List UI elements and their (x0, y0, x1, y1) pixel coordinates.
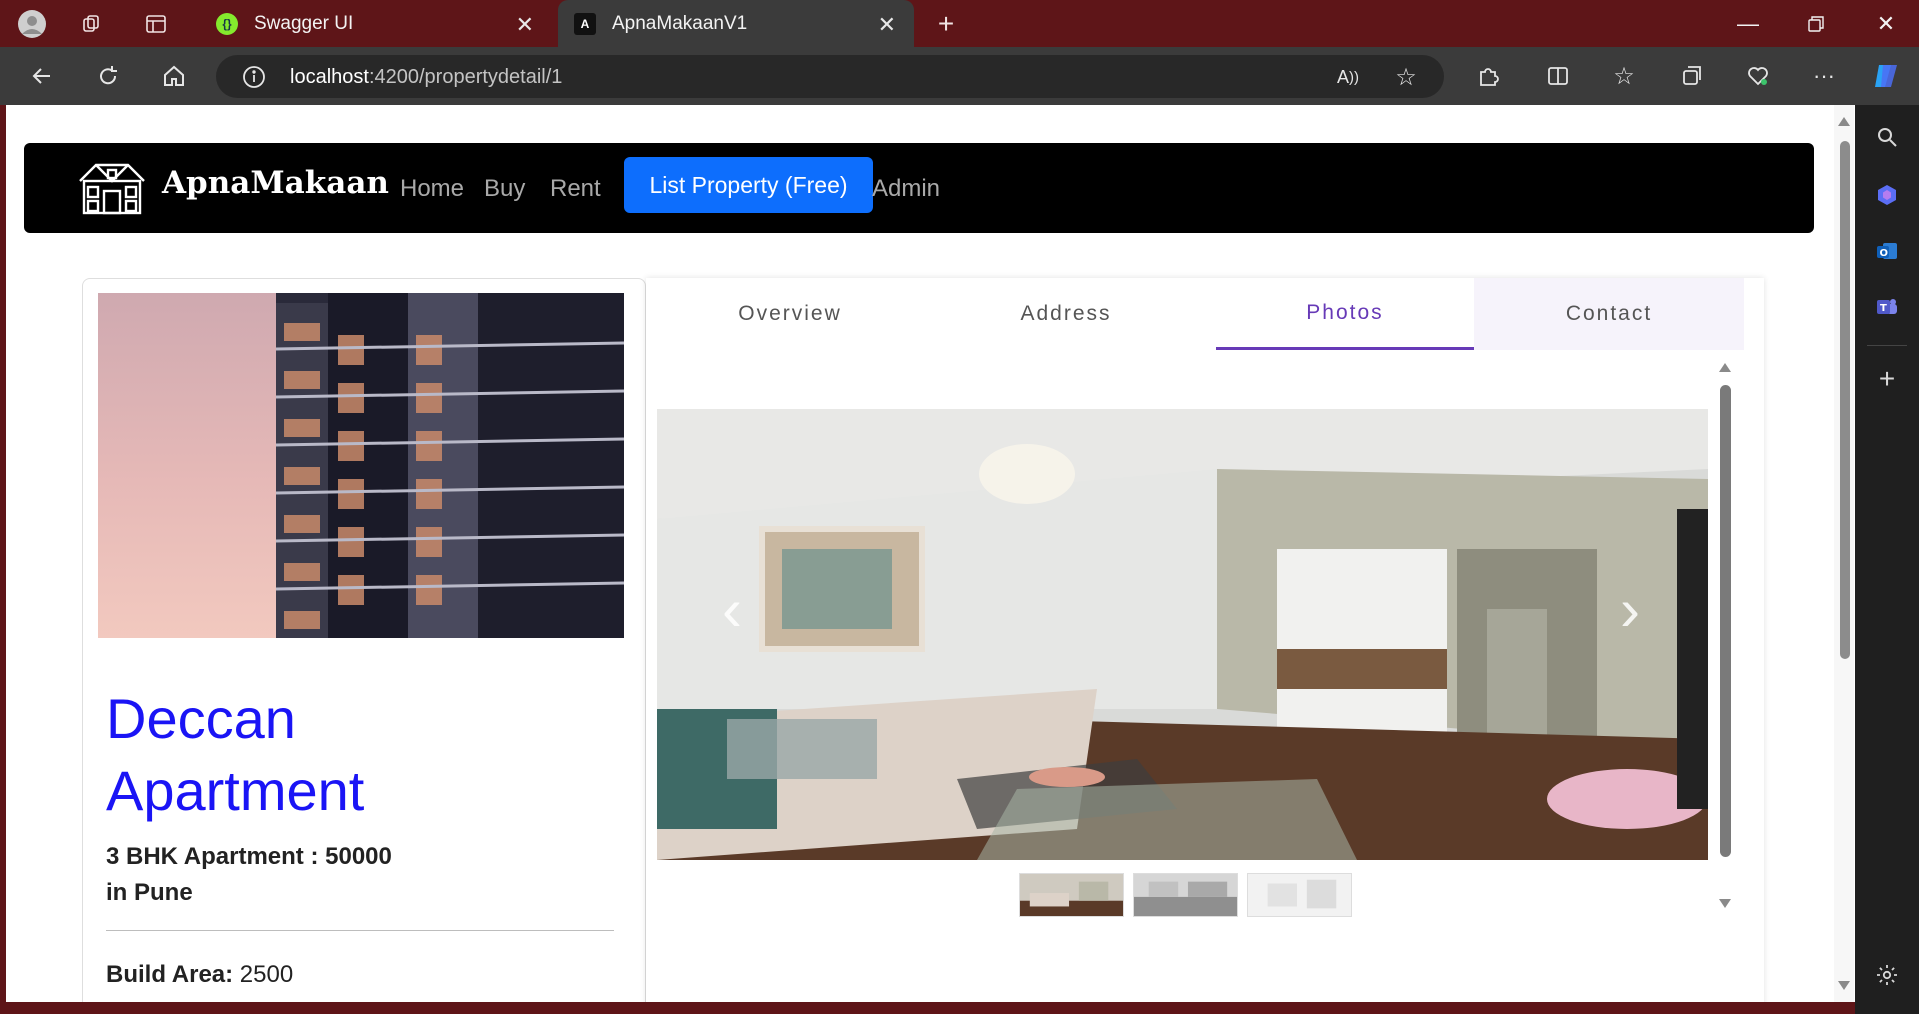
address-bar[interactable]: localhost:4200/propertydetail/1 A)) ☆ (216, 55, 1444, 98)
property-name: Deccan Apartment (106, 687, 365, 822)
tab-apnamakaan[interactable]: A ApnaMakaanV1 ✕ (558, 0, 914, 47)
url-path: :4200/propertydetail/1 (368, 66, 563, 88)
chevron-right-icon[interactable]: › (1620, 575, 1640, 644)
favorite-star-icon[interactable]: ☆ (1390, 61, 1422, 93)
favorites-icon[interactable]: ☆ (1608, 60, 1640, 92)
site-navbar: ApnaMakaan Home Buy Rent List Property (… (24, 143, 1814, 233)
copilot-icon[interactable] (1870, 60, 1902, 92)
build-area-label: Build Area: (106, 961, 234, 988)
minimize-icon[interactable]: — (1728, 8, 1768, 40)
close-tab-icon[interactable]: ✕ (878, 12, 896, 38)
teams-icon[interactable]: T (1871, 291, 1903, 323)
sidebar-settings-icon[interactable] (1871, 959, 1903, 991)
tab-actions-icon[interactable] (140, 8, 172, 40)
tab-title: ApnaMakaanV1 (612, 12, 748, 34)
nav-buy[interactable]: Buy (484, 175, 525, 203)
build-area: Build Area: 2500 (106, 961, 293, 989)
thumbnail-3[interactable] (1247, 873, 1352, 917)
build-area-value: 2500 (239, 961, 294, 988)
copilot-sidebar-icon[interactable] (1871, 179, 1903, 211)
workspaces-icon[interactable] (76, 8, 108, 40)
tab-photos[interactable]: Photos (1216, 278, 1474, 350)
house-logo-icon[interactable] (76, 157, 148, 215)
refresh-icon[interactable] (92, 60, 124, 92)
new-tab-icon[interactable]: + (930, 8, 962, 40)
search-icon[interactable] (1871, 121, 1903, 153)
add-sidebar-app-icon[interactable]: + (1871, 363, 1903, 395)
extensions-icon[interactable] (1472, 60, 1504, 92)
home-icon[interactable] (158, 60, 190, 92)
tab-address[interactable]: Address (928, 278, 1204, 350)
sidebar-divider (1867, 345, 1907, 346)
brand-name[interactable]: ApnaMakaan (162, 165, 389, 201)
svg-text:O: O (1880, 248, 1889, 259)
nav-rent[interactable]: Rent (550, 175, 601, 203)
tab-title: Swagger UI (254, 12, 354, 34)
edge-sidebar: O T + (1855, 105, 1919, 1014)
tab-overview[interactable]: Overview (652, 278, 928, 350)
nav-admin[interactable]: Admin (872, 175, 940, 203)
detail-tabs: Overview Address Photos Contact (652, 278, 1744, 350)
profile-avatar-icon[interactable] (16, 8, 48, 40)
inner-scroll-up-icon[interactable] (1719, 363, 1731, 372)
inner-scroll-down-icon[interactable] (1719, 899, 1731, 908)
page-scrollbar-thumb[interactable] (1840, 141, 1850, 659)
tab-swagger[interactable]: {} Swagger UI ✕ (200, 0, 552, 47)
page-scroll-down-icon[interactable] (1838, 981, 1850, 990)
nav-home[interactable]: Home (400, 175, 464, 203)
back-icon[interactable] (26, 60, 58, 92)
more-menu-icon[interactable]: ··· (1808, 60, 1840, 92)
outlook-icon[interactable]: O (1871, 235, 1903, 267)
card-divider (106, 930, 614, 931)
chevron-left-icon[interactable]: ‹ (722, 575, 742, 644)
site-info-icon[interactable] (238, 61, 270, 93)
split-screen-icon[interactable] (1542, 60, 1574, 92)
browser-essentials-icon[interactable] (1742, 60, 1774, 92)
svg-text:T: T (1880, 303, 1887, 314)
tab-contact[interactable]: Contact (1474, 278, 1744, 350)
property-type-line: 3 BHK Apartment : 50000 (106, 843, 392, 870)
property-image (98, 293, 624, 638)
thumbnail-1[interactable] (1019, 873, 1124, 917)
inner-scrollbar-thumb[interactable] (1720, 385, 1731, 857)
property-type: 3 BHK Apartment : 50000 in Pune (106, 839, 392, 911)
close-window-icon[interactable]: ✕ (1866, 8, 1906, 40)
browser-titlebar: {} Swagger UI ✕ A ApnaMakaanV1 ✕ + — ✕ (0, 0, 1919, 47)
carousel-photo (657, 409, 1708, 860)
url-host: localhost (290, 66, 369, 88)
read-aloud-icon[interactable]: A)) (1332, 61, 1364, 93)
collections-icon[interactable] (1676, 60, 1708, 92)
browser-toolbar: localhost:4200/propertydetail/1 A)) ☆ ☆ … (0, 47, 1919, 105)
property-city-line: in Pune (106, 879, 193, 906)
url-text[interactable]: localhost:4200/propertydetail/1 (290, 66, 562, 89)
page-viewport: ApnaMakaan Home Buy Rent List Property (… (6, 105, 1855, 1002)
page-scroll-up-icon[interactable] (1838, 117, 1850, 126)
close-tab-icon[interactable]: ✕ (516, 12, 534, 38)
angular-icon: A (574, 12, 596, 35)
restore-icon[interactable] (1796, 8, 1836, 40)
list-property-button[interactable]: List Property (Free) (624, 157, 873, 213)
swagger-icon: {} (216, 12, 238, 35)
thumbnail-2[interactable] (1133, 873, 1238, 917)
